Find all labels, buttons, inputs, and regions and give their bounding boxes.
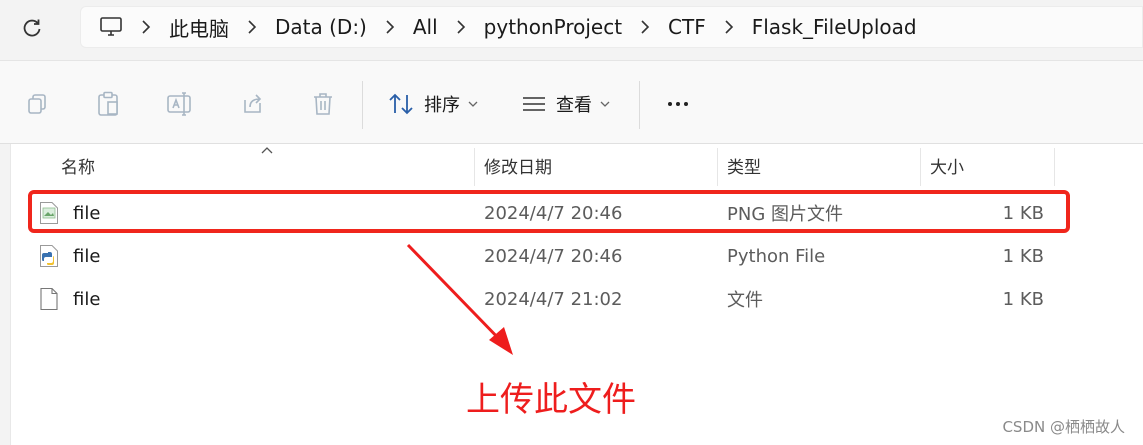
chevron-right-icon[interactable] <box>131 20 161 34</box>
file-name: file <box>73 288 101 310</box>
rename-icon <box>167 92 191 116</box>
sort-dropdown[interactable]: 排序 <box>388 87 478 121</box>
python-file-icon <box>39 244 59 268</box>
chevron-right-icon[interactable] <box>375 20 405 34</box>
chevron-down-icon <box>600 101 610 107</box>
annotation-highlight-box <box>28 190 1070 233</box>
file-type-cell: Python File <box>727 245 826 267</box>
breadcrumb-pythonproject[interactable]: pythonProject <box>476 15 630 39</box>
toolbar-divider <box>639 81 640 129</box>
file-size-cell: 1 KB <box>1002 288 1044 310</box>
file-name-cell[interactable]: file <box>39 235 100 277</box>
refresh-icon <box>23 19 41 37</box>
generic-file-icon <box>39 287 59 311</box>
more-dot <box>684 102 688 106</box>
file-size-cell: 1 KB <box>1002 245 1044 267</box>
table-row[interactable]: file 2024/4/7 21:02 文件 1 KB <box>31 278 1061 320</box>
annotation-text: 上传此文件 <box>466 380 636 420</box>
copy-button[interactable] <box>20 87 54 121</box>
share-button[interactable] <box>236 87 270 121</box>
this-pc-icon[interactable] <box>91 7 131 47</box>
chevron-right-icon[interactable] <box>630 20 660 34</box>
toolbar-divider <box>362 81 363 129</box>
chevron-right-icon[interactable] <box>446 20 476 34</box>
table-row[interactable]: file 2024/4/7 20:46 Python File 1 KB <box>31 235 1061 277</box>
share-icon <box>244 94 262 113</box>
delete-button[interactable] <box>306 87 340 121</box>
rename-button[interactable] <box>162 87 196 121</box>
watermark: CSDN @栖栖故人 <box>1002 418 1125 436</box>
column-divider[interactable] <box>1054 148 1055 186</box>
chevron-right-icon[interactable] <box>237 20 267 34</box>
file-name-cell[interactable]: file <box>39 278 100 320</box>
column-divider[interactable] <box>474 148 475 186</box>
breadcrumb[interactable]: 此电脑 Data (D:) All pythonProject CTF Flas… <box>80 6 1143 48</box>
breadcrumb-ctf[interactable]: CTF <box>660 15 714 39</box>
view-label: 查看 <box>556 95 592 116</box>
column-divider[interactable] <box>717 148 718 186</box>
chevron-down-icon <box>468 101 478 107</box>
refresh-button[interactable] <box>18 14 46 42</box>
command-bar: 排序 查看 <box>0 60 1143 144</box>
copy-icon <box>28 94 46 114</box>
file-list: 名称 修改日期 类型 大小 file 2024/4/7 20:46 PNG 图片… <box>10 144 1143 445</box>
chevron-right-icon[interactable] <box>714 20 744 34</box>
column-header-type[interactable]: 类型 <box>727 144 761 186</box>
more-options-button[interactable] <box>660 87 696 121</box>
trash-icon <box>314 93 332 115</box>
column-divider[interactable] <box>920 148 921 186</box>
file-type-cell: 文件 <box>727 290 763 311</box>
file-name: file <box>73 245 101 267</box>
annotation-arrow <box>406 243 513 355</box>
sort-ascending-caret-icon <box>261 147 273 154</box>
breadcrumb-flask-fileupload[interactable]: Flask_FileUpload <box>744 15 925 39</box>
view-list-icon <box>523 97 545 111</box>
clipboard-icon <box>98 91 118 116</box>
more-dot <box>676 102 680 106</box>
address-bar-row: 此电脑 Data (D:) All pythonProject CTF Flas… <box>0 0 1143 56</box>
more-dot <box>668 102 672 106</box>
sort-icon <box>389 93 413 115</box>
sort-label: 排序 <box>424 95 460 116</box>
column-header-name[interactable]: 名称 <box>61 144 95 186</box>
view-dropdown[interactable]: 查看 <box>522 87 610 121</box>
column-header-size[interactable]: 大小 <box>930 144 964 186</box>
paste-button[interactable] <box>91 87 125 121</box>
breadcrumb-this-pc[interactable]: 此电脑 <box>161 13 237 42</box>
breadcrumb-data-drive[interactable]: Data (D:) <box>267 15 375 39</box>
column-header-date-modified[interactable]: 修改日期 <box>484 144 552 186</box>
breadcrumb-all[interactable]: All <box>405 15 446 39</box>
